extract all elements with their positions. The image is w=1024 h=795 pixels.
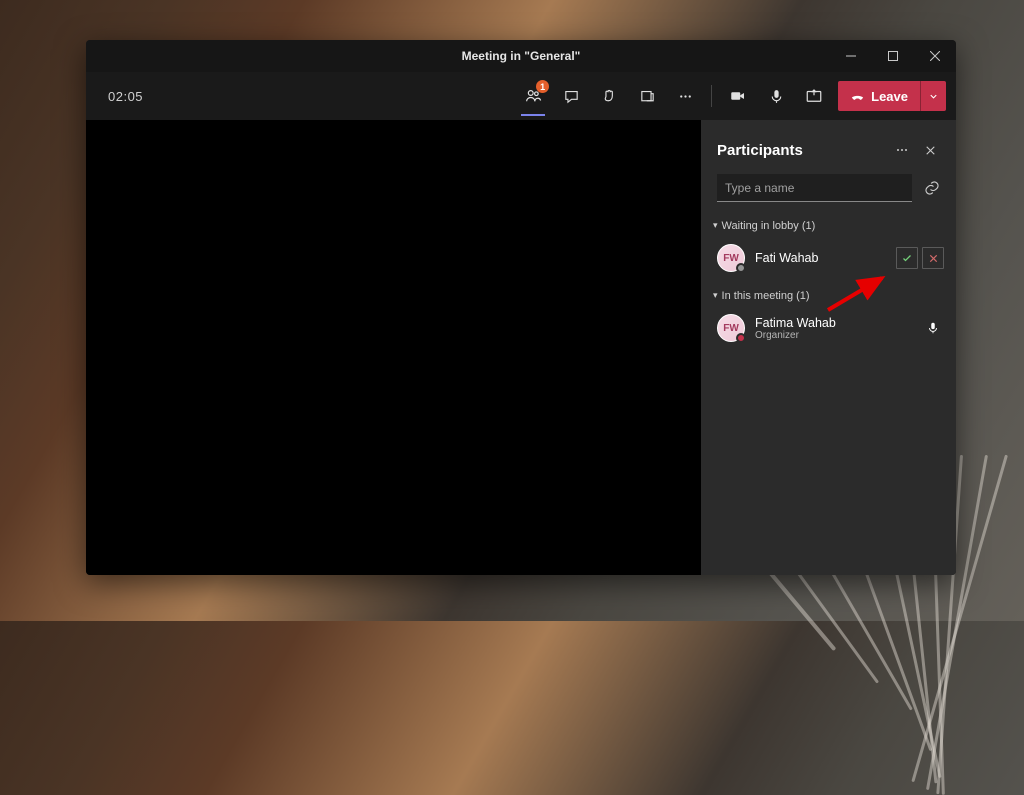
- lobby-participant-row[interactable]: FW Fati Wahab: [701, 238, 956, 278]
- chevron-down-icon: ▾: [713, 290, 718, 301]
- titlebar: Meeting in "General": [86, 40, 956, 72]
- participant-search-input[interactable]: [717, 174, 912, 202]
- meeting-body: Participants ▾ Waiting in lobby (1): [86, 120, 956, 575]
- inmeeting-section-header[interactable]: ▾ In this meeting (1): [701, 284, 956, 308]
- participant-info: Fatima Wahab Organizer: [755, 316, 916, 341]
- close-window-button[interactable]: [914, 40, 956, 72]
- panel-more-button[interactable]: [888, 136, 916, 164]
- video-stage: [86, 120, 701, 575]
- close-icon: [930, 51, 940, 61]
- leave-label: Leave: [871, 89, 908, 104]
- share-button[interactable]: [796, 78, 832, 114]
- rooms-button[interactable]: [629, 78, 665, 114]
- participant-mic-indicator: [926, 321, 940, 335]
- avatar: FW: [717, 244, 745, 272]
- minimize-icon: [846, 51, 856, 61]
- mic-icon: [768, 88, 785, 105]
- panel-close-button[interactable]: [916, 136, 944, 164]
- more-icon: [894, 142, 910, 158]
- mic-icon: [926, 321, 940, 335]
- admit-button[interactable]: [896, 247, 918, 269]
- presence-busy-icon: [736, 333, 746, 343]
- lobby-section-label: Waiting in lobby (1): [722, 220, 816, 232]
- camera-icon: [729, 87, 747, 105]
- participant-name: Fati Wahab: [755, 251, 886, 265]
- x-icon: [928, 253, 939, 264]
- rooms-icon: [639, 88, 656, 105]
- leave-control: Leave: [838, 81, 946, 111]
- hangup-icon: [850, 89, 865, 104]
- presence-unknown-icon: [736, 263, 746, 273]
- controlbar-right-group: [720, 78, 832, 114]
- avatar-initials: FW: [723, 253, 739, 264]
- panel-search-row: [701, 174, 956, 214]
- participants-badge: 1: [536, 80, 549, 93]
- close-icon: [924, 144, 937, 157]
- window-title: Meeting in "General": [462, 49, 581, 63]
- chat-icon: [563, 88, 580, 105]
- participant-role: Organizer: [755, 330, 916, 341]
- lobby-section-header[interactable]: ▾ Waiting in lobby (1): [701, 214, 956, 238]
- participant-name: Fatima Wahab: [755, 316, 916, 330]
- meeting-controlbar: 02:05 1: [86, 72, 956, 120]
- meeting-timer: 02:05: [108, 89, 143, 104]
- lobby-actions: [896, 247, 944, 269]
- meeting-window: Meeting in "General" 02:05 1: [86, 40, 956, 575]
- more-actions-button[interactable]: [667, 78, 703, 114]
- participants-panel: Participants ▾ Waiting in lobby (1): [701, 120, 956, 575]
- participant-info: Fati Wahab: [755, 251, 886, 265]
- avatar: FW: [717, 314, 745, 342]
- attendee-row[interactable]: FW Fatima Wahab Organizer: [701, 308, 956, 348]
- check-icon: [901, 252, 913, 264]
- raise-hand-icon: [601, 88, 618, 105]
- deny-button[interactable]: [922, 247, 944, 269]
- chevron-down-icon: [928, 91, 939, 102]
- share-invite-button[interactable]: [920, 176, 944, 200]
- camera-button[interactable]: [720, 78, 756, 114]
- leave-button[interactable]: Leave: [838, 81, 920, 111]
- chevron-down-icon: ▾: [713, 220, 718, 231]
- window-controls: [830, 40, 956, 72]
- raise-hand-button[interactable]: [591, 78, 627, 114]
- controlbar-center-group: 1: [515, 78, 703, 114]
- maximize-button[interactable]: [872, 40, 914, 72]
- leave-dropdown-button[interactable]: [920, 81, 946, 111]
- minimize-button[interactable]: [830, 40, 872, 72]
- controlbar-separator: [711, 85, 712, 107]
- chat-button[interactable]: [553, 78, 589, 114]
- maximize-icon: [888, 51, 898, 61]
- panel-title: Participants: [717, 142, 888, 159]
- participants-button[interactable]: 1: [515, 78, 551, 114]
- panel-header: Participants: [701, 130, 956, 174]
- mic-button[interactable]: [758, 78, 794, 114]
- share-icon: [805, 87, 823, 105]
- more-icon: [677, 88, 694, 105]
- avatar-initials: FW: [723, 323, 739, 334]
- link-icon: [923, 179, 941, 197]
- inmeeting-section-label: In this meeting (1): [722, 290, 810, 302]
